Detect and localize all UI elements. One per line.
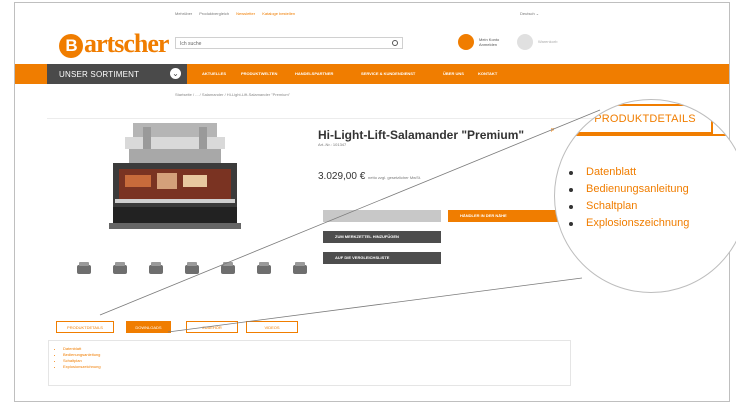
zoom-magnifier: PRODUKTDETAILS Datenblatt Bedienungsanle… bbox=[554, 99, 736, 293]
zoom-download-link[interactable]: Explosionszeichnung bbox=[569, 215, 689, 232]
zoom-tab-produktdetails[interactable]: PRODUKTDETAILS bbox=[577, 104, 713, 134]
zoom-download-link[interactable]: Datenblatt bbox=[569, 164, 689, 181]
zoom-tab-underline bbox=[555, 134, 736, 136]
zoom-download-list: Datenblatt Bedienungsanleitung Schaltpla… bbox=[569, 164, 689, 232]
zoom-download-link[interactable]: Schaltplan bbox=[569, 198, 689, 215]
zoom-download-link[interactable]: Bedienungsanleitung bbox=[569, 181, 689, 198]
